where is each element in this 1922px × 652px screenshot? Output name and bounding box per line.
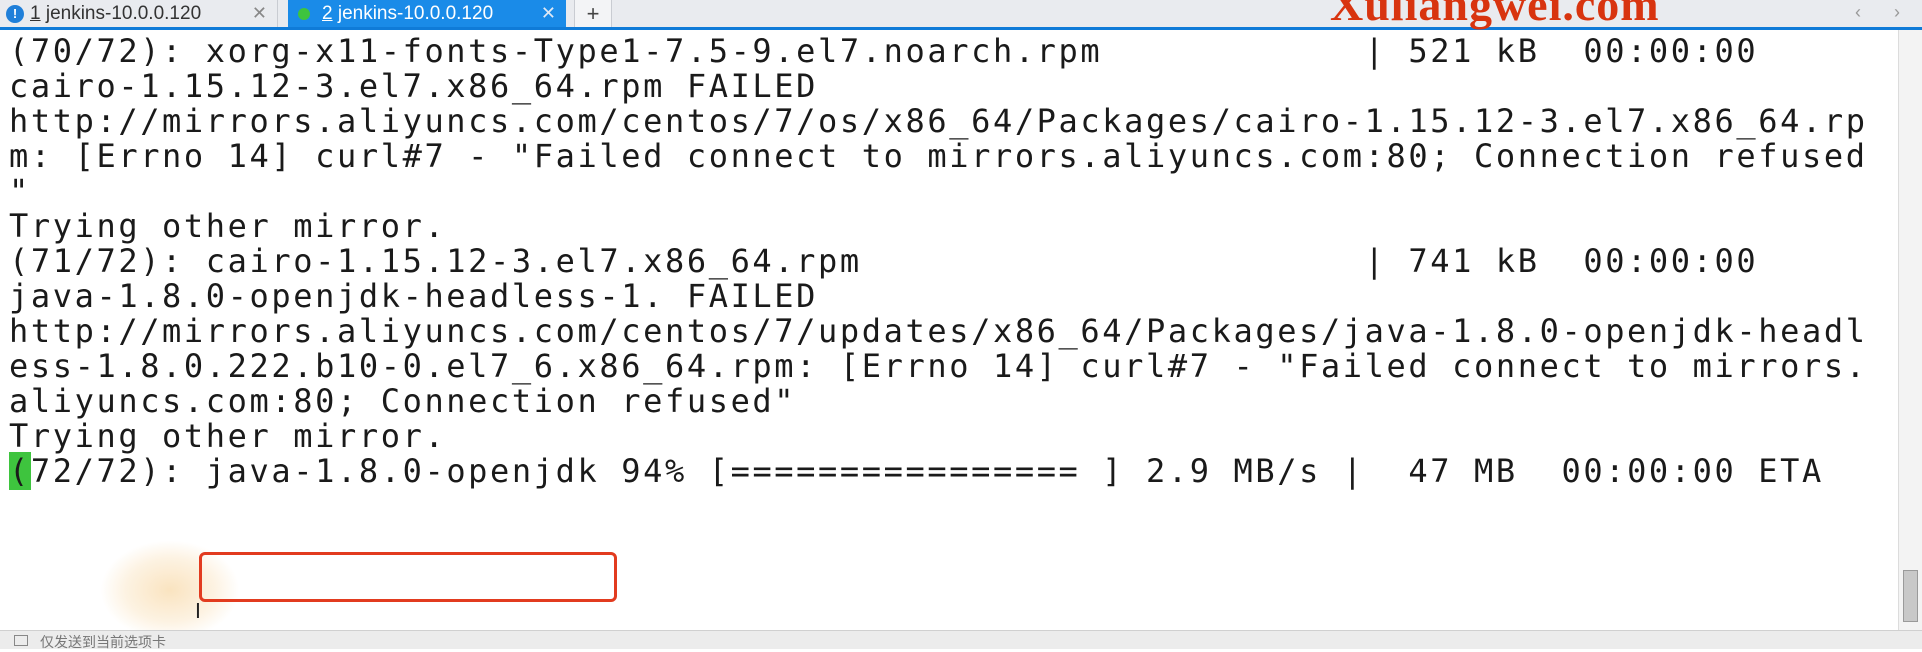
terminal-output[interactable]: (70/72): xorg-x11-fonts-Type1-7.5-9.el7.… (0, 30, 1898, 630)
terminal-cursor: ( (9, 452, 31, 490)
tab-label: 1 jenkins-10.0.0.120 (30, 2, 202, 24)
terminal-line: m: [Errno 14] curl#7 - "Failed connect t… (9, 137, 1868, 175)
tab-scroll-arrows[interactable]: ‹ › (1855, 2, 1914, 23)
tab-bar: ! 1 jenkins-10.0.0.120 ✕ 2 jenkins-10.0.… (0, 0, 1922, 30)
send-mode-icon[interactable] (14, 635, 28, 646)
text-cursor-icon: I (195, 599, 201, 623)
alert-icon: ! (6, 4, 24, 23)
tab-label: 2 jenkins-10.0.0.120 (322, 2, 494, 24)
scrollbar-thumb[interactable] (1903, 570, 1918, 622)
tab-session-1[interactable]: ! 1 jenkins-10.0.0.120 ✕ (0, 0, 278, 27)
progress-text: 72/72): java-1.8.0-openjdk 94% [========… (30, 452, 1824, 490)
tab-session-2[interactable]: 2 jenkins-10.0.0.120 ✕ (288, 0, 566, 27)
status-text: 仅发送到当前选项卡 (40, 634, 166, 650)
connected-dot-icon (298, 7, 310, 20)
add-tab-button[interactable]: + (574, 0, 612, 27)
close-icon[interactable]: ✕ (252, 3, 267, 24)
annotation-highlight-box (199, 552, 617, 602)
status-bar: 仅发送到当前选项卡 (0, 630, 1922, 650)
watermark: Xuliangwei.com (1330, 0, 1660, 30)
progress-line: (72/72): java-1.8.0-openjdk 94% [=======… (9, 450, 1824, 493)
close-icon[interactable]: ✕ (541, 3, 556, 24)
vertical-scrollbar[interactable] (1898, 30, 1922, 630)
